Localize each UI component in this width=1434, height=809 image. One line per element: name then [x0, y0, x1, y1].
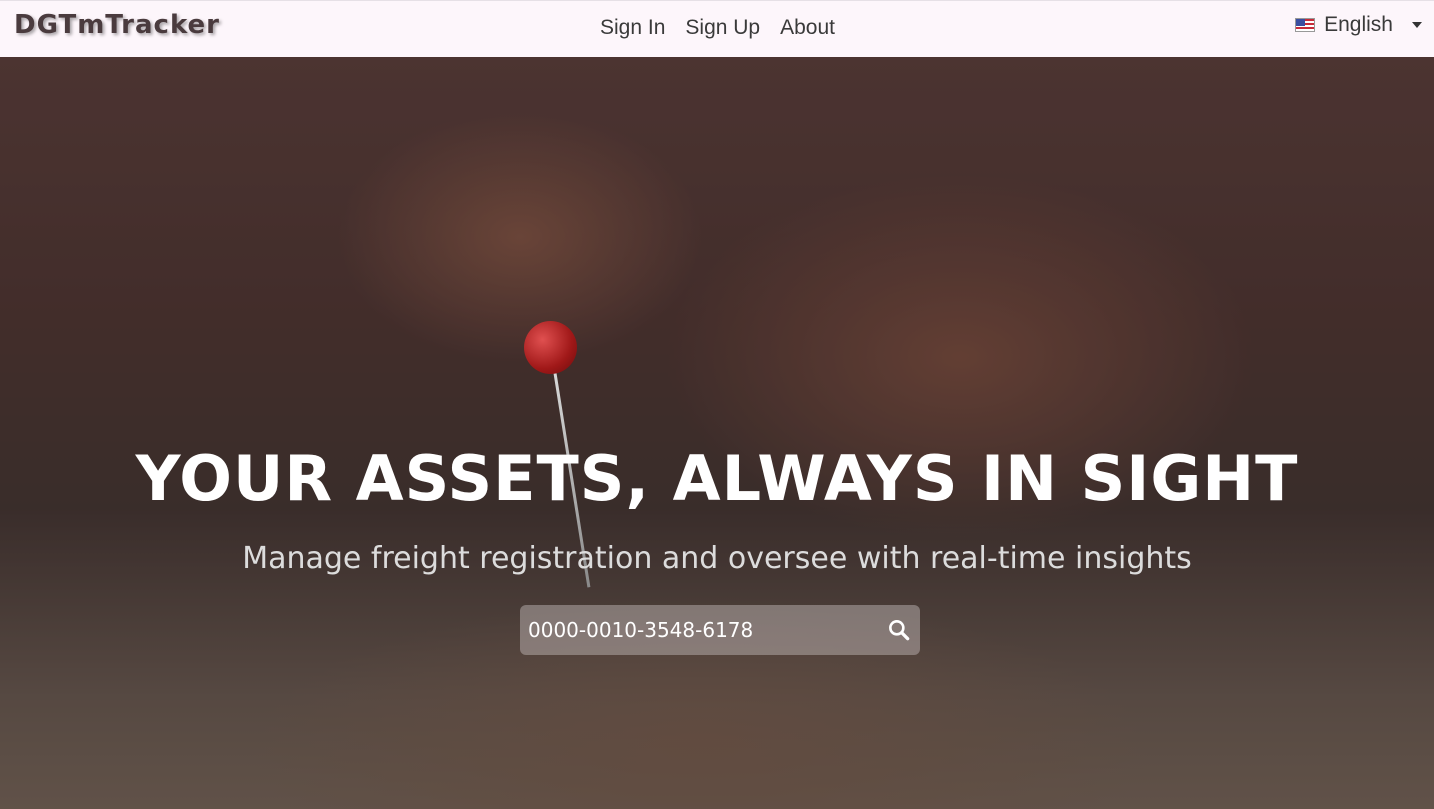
us-flag-icon — [1295, 18, 1316, 32]
nav-sign-in[interactable]: Sign In — [600, 16, 665, 40]
search-icon[interactable] — [886, 617, 912, 643]
nav-links: Sign In Sign Up About — [600, 16, 835, 40]
top-navbar: DGTmTracker Sign In Sign Up About Englis… — [0, 0, 1434, 57]
tracking-number-input[interactable] — [520, 605, 880, 655]
language-label: English — [1324, 13, 1393, 36]
hero-banner: YOUR ASSETS, ALWAYS IN SIGHT Manage frei… — [0, 57, 1434, 809]
hero-subtitle: Manage freight registration and oversee … — [242, 541, 1192, 576]
brand-logo[interactable]: DGTmTracker — [14, 10, 220, 40]
tracking-search — [520, 605, 920, 655]
map-pin-icon — [524, 321, 577, 374]
nav-about[interactable]: About — [780, 16, 835, 40]
language-selector[interactable]: English — [1295, 13, 1422, 37]
nav-sign-up[interactable]: Sign Up — [685, 16, 760, 40]
chevron-down-icon — [1412, 22, 1422, 28]
hero-title: YOUR ASSETS, ALWAYS IN SIGHT — [135, 442, 1299, 515]
